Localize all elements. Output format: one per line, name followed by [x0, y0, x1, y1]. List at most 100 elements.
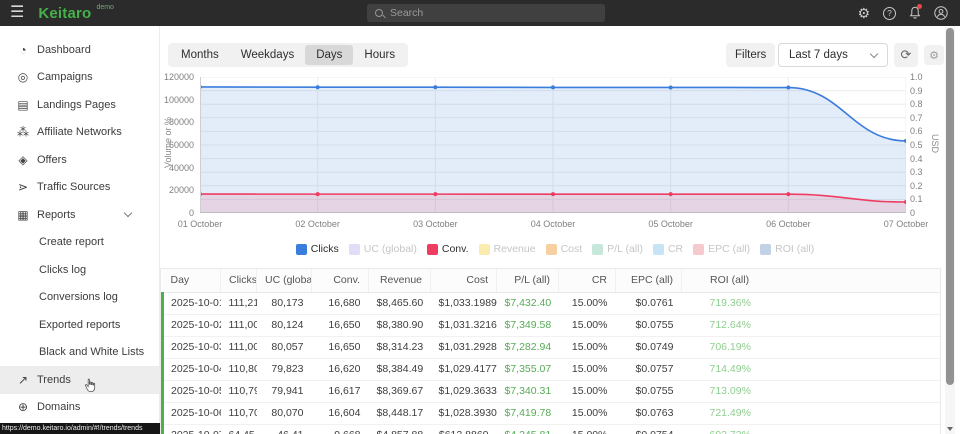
table-cell: 110,70 — [221, 402, 257, 424]
table-cell: $0.0755 — [616, 380, 682, 402]
trends-icon: ↗ — [11, 373, 35, 387]
y-axis-left-tick: 120000 — [160, 73, 194, 82]
table-row: 2025-10-05110,7979,94116,617$8,369.67$1,… — [163, 380, 942, 402]
table-cell: 80,173 — [257, 292, 312, 314]
sidebar-item-label: Domains — [37, 401, 80, 413]
table-row: 2025-10-06110,7080,07016,604$8,448.17$1,… — [163, 402, 942, 424]
table-cell: 15.00% — [559, 424, 616, 434]
table-cell: 46,41 — [257, 424, 312, 434]
notifications-bell-icon[interactable] — [909, 6, 921, 20]
sidebar-item-affiliate-networks[interactable]: ⁂Affiliate Networks — [0, 119, 159, 147]
column-header-epc-all[interactable]: EPC (all) — [616, 269, 682, 292]
table-cell: $8,314.23 — [369, 336, 431, 358]
table-cell: $7,340.31 — [497, 380, 559, 402]
table-cell: 80,070 — [257, 402, 312, 424]
sidebar-item-label: Traffic Sources — [37, 181, 110, 193]
column-header-conv[interactable]: Conv. — [312, 269, 369, 292]
column-header-clicks[interactable]: Clicks — [221, 269, 257, 292]
table-cell: $8,448.17 — [369, 402, 431, 424]
y-axis-left-tick: 80000 — [160, 118, 194, 127]
table-cell: $1,033.1989 — [431, 292, 497, 314]
y-axis-right-tick: 1.0 — [910, 73, 923, 82]
sidebar-item-offers[interactable]: ◈Offers — [0, 146, 159, 174]
table-cell: $7,432.40 — [497, 292, 559, 314]
column-header-p-l-all[interactable]: P/L (all) — [497, 269, 559, 292]
sidebar-item-label: Campaigns — [37, 71, 93, 83]
dashboard-icon: ◔ — [11, 43, 35, 57]
table-cell: 2025-10-03 — [163, 336, 221, 358]
y-axis-right-tick: 0.1 — [910, 195, 923, 204]
column-header-roi-all[interactable]: ROI (all) — [682, 269, 942, 292]
legend-item-epc-all[interactable]: EPC (all) — [693, 243, 750, 255]
table-cell: 706.19% — [682, 336, 942, 358]
table-cell: 2025-10-02 — [163, 314, 221, 336]
sidebar-item-label: Affiliate Networks — [37, 126, 122, 138]
help-icon[interactable]: ? — [883, 7, 896, 20]
legend-item-revenue[interactable]: Revenue — [479, 243, 536, 255]
scrollbar-down-arrow-icon[interactable] — [947, 427, 953, 431]
sidebar-item-label: Trends — [37, 374, 71, 386]
y-axis-right-tick: 0.9 — [910, 87, 923, 96]
sidebar-item-trends[interactable]: ↗Trends — [0, 366, 159, 394]
table-cell: 712.64% — [682, 314, 942, 336]
table-cell: 110,79 — [221, 380, 257, 402]
table-cell: 16,604 — [312, 402, 369, 424]
table-cell: $612.8860 — [431, 424, 497, 434]
sidebar-item-reports[interactable]: ▦Reports — [0, 201, 159, 229]
legend-item-cr[interactable]: CR — [653, 243, 683, 255]
column-header-revenue[interactable]: Revenue — [369, 269, 431, 292]
table-cell: 111,21 — [221, 292, 257, 314]
table-cell: 2025-10-07 — [163, 424, 221, 434]
sidebar-item-exported-reports[interactable]: Exported reports — [0, 311, 159, 339]
table-cell: $1,031.2928 — [431, 336, 497, 358]
table-cell: 15.00% — [559, 336, 616, 358]
legend-item-uc-global[interactable]: UC (global) — [349, 243, 417, 255]
table-cell: $1,028.3930 — [431, 402, 497, 424]
column-header-cost[interactable]: Cost — [431, 269, 497, 292]
table-cell: 714.49% — [682, 358, 942, 380]
table-cell: $0.0761 — [616, 292, 682, 314]
sidebar-item-domains[interactable]: ⊕Domains — [0, 394, 159, 422]
table-cell: $0.0749 — [616, 336, 682, 358]
gear-icon[interactable]: ⚙ — [857, 6, 870, 20]
scrollbar-thumb[interactable] — [946, 28, 954, 385]
table-cell: 111,00 — [221, 336, 257, 358]
sidebar-item-dashboard[interactable]: ◔Dashboard — [0, 36, 159, 64]
vertical-scrollbar[interactable] — [945, 27, 955, 434]
table-row: 2025-10-01111,2180,17316,680$8,465.60$1,… — [163, 292, 942, 314]
x-axis-tick: 06 October — [753, 219, 823, 229]
sidebar-item-campaigns[interactable]: ◎Campaigns — [0, 64, 159, 92]
table-cell: 15.00% — [559, 380, 616, 402]
legend-item-conv[interactable]: Conv. — [427, 243, 469, 255]
table-cell: $4,857.88 — [369, 424, 431, 434]
hamburger-menu-icon[interactable]: ☰ — [10, 5, 24, 21]
sidebar-item-create-report[interactable]: Create report — [0, 229, 159, 257]
user-avatar-icon[interactable] — [934, 6, 948, 20]
legend-item-cost[interactable]: Cost — [546, 243, 583, 255]
search-bar[interactable] — [367, 4, 605, 22]
sidebar-item-landings-pages[interactable]: ▤Landings Pages — [0, 91, 159, 119]
legend-item-clicks[interactable]: Clicks — [296, 243, 339, 255]
legend-item-p-l-all[interactable]: P/L (all) — [592, 243, 643, 255]
table-cell: $0.0763 — [616, 402, 682, 424]
y-axis-right-tick: 0.8 — [910, 100, 923, 109]
sidebar-item-black-and-white-lists[interactable]: Black and White Lists — [0, 339, 159, 367]
sidebar-nav: ◔Dashboard◎Campaigns▤Landings Pages⁂Affi… — [0, 26, 160, 434]
sidebar-item-conversions-log[interactable]: Conversions log — [0, 284, 159, 312]
table-cell: $0.0755 — [616, 314, 682, 336]
campaigns-icon: ◎ — [11, 70, 35, 84]
table-cell: 79,823 — [257, 358, 312, 380]
legend-swatch — [653, 244, 664, 255]
column-header-day[interactable]: Day — [163, 269, 221, 292]
offers-icon: ◈ — [11, 153, 35, 167]
search-input[interactable] — [390, 7, 597, 19]
sidebar-item-clicks-log[interactable]: Clicks log — [0, 256, 159, 284]
sidebar-item-traffic-sources[interactable]: ⋗Traffic Sources — [0, 174, 159, 202]
column-header-cr[interactable]: CR — [559, 269, 616, 292]
y-axis-right-title: USD — [930, 134, 940, 153]
legend-item-roi-all[interactable]: ROI (all) — [760, 243, 814, 255]
column-header-uc-global[interactable]: UC (global) — [257, 269, 312, 292]
table-cell: $7,349.58 — [497, 314, 559, 336]
x-axis-tick: 02 October — [283, 219, 353, 229]
y-axis-left-tick: 60000 — [160, 141, 194, 150]
